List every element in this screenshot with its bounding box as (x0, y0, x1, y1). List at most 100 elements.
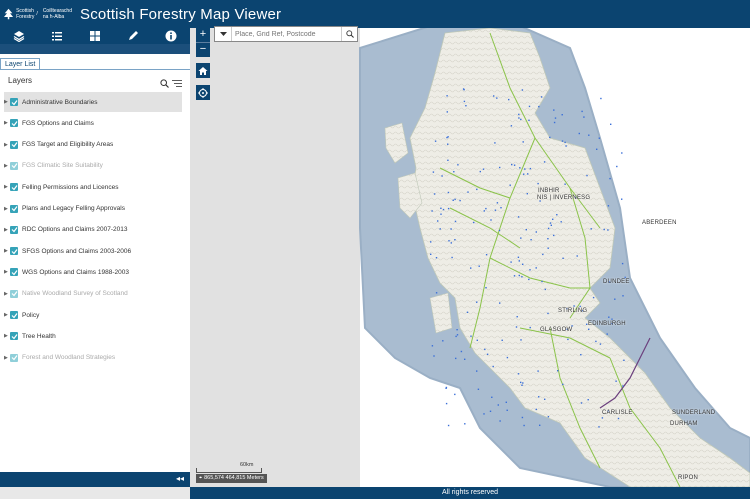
woodland-marker (528, 105, 531, 108)
layer-checkbox[interactable] (10, 140, 18, 149)
search-source-dropdown[interactable] (215, 27, 232, 41)
map-view[interactable]: INBHIR NIS | INVERNESG ABERDEEN DUNDEE S… (190, 28, 750, 487)
layer-checkbox[interactable] (10, 289, 18, 298)
woodland-marker (522, 382, 524, 384)
woodland-marker (442, 208, 445, 211)
zoom-out-button[interactable]: − (196, 42, 210, 57)
woodland-marker (470, 335, 472, 337)
woodland-marker (483, 413, 485, 415)
woodland-marker (525, 229, 527, 231)
layer-checkbox[interactable] (10, 98, 18, 106)
scale-label: 60km (240, 462, 254, 468)
layer-item[interactable]: ▶ FGS Options and Claims (4, 113, 182, 133)
expand-caret-icon[interactable]: ▶ (4, 355, 9, 361)
woodland-marker (450, 228, 452, 230)
layer-item[interactable]: ▶ FGS Climatic Site Suitability (4, 156, 182, 176)
layer-checkbox[interactable] (10, 311, 18, 319)
expand-caret-icon[interactable]: ▶ (4, 163, 9, 169)
woodland-marker (522, 141, 524, 143)
woodland-marker (434, 140, 437, 142)
search-icon[interactable] (160, 75, 169, 93)
woodland-marker (553, 121, 556, 124)
woodland-marker (496, 202, 499, 204)
woodland-marker (621, 262, 624, 265)
woodland-marker (459, 199, 461, 202)
search-button[interactable] (341, 27, 357, 41)
woodland-marker (547, 312, 549, 315)
woodland-marker (539, 424, 541, 426)
layer-item[interactable]: ▶ Policy (4, 305, 182, 325)
woodland-marker (560, 221, 562, 223)
expand-caret-icon[interactable]: ▶ (4, 120, 9, 126)
layer-checkbox[interactable] (10, 353, 18, 362)
woodland-marker (573, 305, 575, 307)
app-title: Scottish Forestry Map Viewer (80, 5, 282, 23)
home-button[interactable] (196, 63, 210, 78)
woodland-marker (445, 402, 448, 405)
layer-item[interactable]: ▶ WGS Options and Claims 1988-2003 (4, 262, 182, 282)
layer-item[interactable]: ▶ Administrative Boundaries (4, 92, 182, 112)
place-search (214, 26, 358, 42)
collapse-panel-icon[interactable]: ◂◂ (176, 474, 184, 483)
expand-caret-icon[interactable]: ▶ (4, 142, 9, 148)
layer-item[interactable]: ▶ Felling Permissions and Licences (4, 177, 182, 197)
basemap-grid-icon[interactable] (76, 28, 114, 44)
layer-label: Native Woodland Survey of Scotland (22, 290, 128, 298)
layer-checkbox[interactable] (10, 161, 18, 170)
footer-bar: All rights reserved (190, 487, 750, 499)
layer-label: Administrative Boundaries (22, 98, 98, 106)
map-canvas[interactable] (190, 28, 750, 487)
info-icon[interactable] (152, 28, 190, 44)
coordinate-readout: ⌖ 865,574 464,815 Meters (196, 474, 267, 483)
expand-caret-icon[interactable]: ▶ (4, 206, 9, 212)
layer-item[interactable]: ▶ Tree Health (4, 326, 182, 346)
search-input[interactable] (232, 28, 341, 40)
chevron-down-icon (219, 32, 227, 36)
scottish-forestry-logo[interactable]: Scottish Forestry / Coilltearachd na h-A… (0, 0, 72, 28)
layer-checkbox[interactable] (10, 247, 18, 256)
woodland-marker (543, 161, 546, 163)
expand-caret-icon[interactable]: ▶ (4, 312, 9, 318)
layer-checkbox[interactable] (10, 268, 18, 277)
woodland-marker (460, 350, 463, 353)
layers-icon[interactable] (0, 28, 38, 44)
layer-checkbox[interactable] (10, 225, 18, 234)
woodland-marker (482, 168, 485, 170)
layer-checkbox[interactable] (10, 204, 18, 213)
expand-caret-icon[interactable]: ▶ (4, 248, 9, 254)
locate-button[interactable] (196, 85, 210, 100)
woodland-marker (484, 348, 486, 351)
layer-item[interactable]: ▶ RDC Options and Claims 2007-2013 (4, 220, 182, 240)
expand-caret-icon[interactable]: ▶ (4, 184, 9, 190)
layer-item[interactable]: ▶ Native Woodland Survey of Scotland (4, 284, 182, 304)
draw-pencil-icon[interactable] (114, 28, 152, 44)
filter-icon[interactable] (172, 75, 182, 93)
expand-caret-icon[interactable]: ▶ (4, 333, 9, 339)
legend-list-icon[interactable] (38, 28, 76, 44)
woodland-marker (511, 163, 513, 166)
layer-item[interactable]: ▶ SFGS Options and Claims 2003-2006 (4, 241, 182, 261)
layer-item[interactable]: ▶ Forest and Woodland Strategies (4, 348, 182, 368)
map-label-edinburgh: EDINBURGH (588, 321, 626, 327)
crosshair-icon[interactable]: ⌖ (199, 474, 202, 483)
layer-item[interactable]: ▶ Plans and Legacy Felling Approvals (4, 199, 182, 219)
zoom-in-button[interactable]: + (196, 27, 210, 42)
expand-caret-icon[interactable]: ▶ (4, 99, 9, 105)
layer-checkbox[interactable] (10, 332, 18, 341)
locate-icon (198, 87, 208, 98)
woodland-marker (561, 140, 564, 142)
layer-item[interactable]: ▶ FGS Target and Eligibility Areas (4, 135, 182, 155)
woodland-marker (447, 424, 450, 427)
woodland-marker (535, 267, 537, 269)
woodland-marker (521, 89, 524, 91)
expand-caret-icon[interactable]: ▶ (4, 227, 9, 233)
layer-checkbox[interactable] (10, 183, 18, 192)
expand-caret-icon[interactable]: ▶ (4, 269, 9, 275)
woodland-marker (622, 385, 624, 387)
layer-checkbox[interactable] (10, 119, 18, 128)
woodland-marker (446, 111, 448, 113)
expand-caret-icon[interactable]: ▶ (4, 291, 9, 297)
home-icon (198, 66, 208, 75)
woodland-marker (430, 241, 432, 243)
woodland-marker (562, 383, 564, 386)
